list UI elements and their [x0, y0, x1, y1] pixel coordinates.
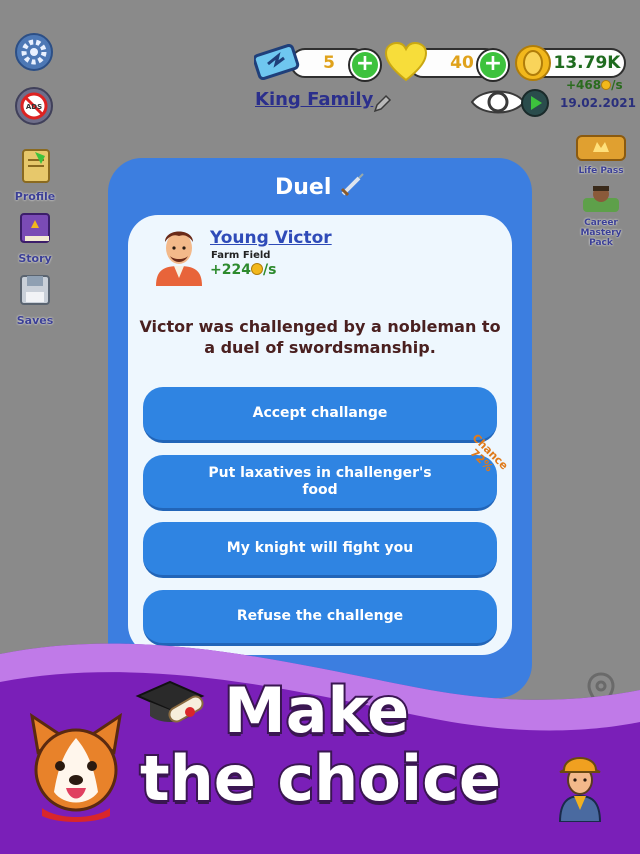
- book-icon: [20, 213, 50, 243]
- heart-icon: [384, 42, 428, 82]
- settings-button[interactable]: [14, 32, 54, 72]
- character-income-unit: /s: [262, 262, 277, 278]
- promo-line-1: Make: [222, 672, 411, 749]
- life-pass-icon: [576, 135, 626, 161]
- character-job: Farm Field: [211, 250, 271, 261]
- choice-label: Put laxatives in challenger's food: [208, 464, 432, 498]
- add-hearts-button[interactable]: +: [478, 50, 508, 80]
- no-ads-icon: ADS: [15, 87, 53, 125]
- ticket-icon: [254, 44, 300, 80]
- small-coin-icon: [601, 80, 612, 90]
- coin-icon: [515, 45, 551, 81]
- choice-label: Refuse the challenge: [236, 608, 404, 624]
- sidebar-item-label: Saves: [16, 314, 54, 327]
- choice-label: Accept challange: [252, 405, 388, 421]
- career-mastery-pack-button[interactable]: Career Mastery Pack: [572, 184, 630, 248]
- family-name-label: King Family: [255, 89, 374, 110]
- career-pack-label: Career Mastery Pack: [580, 218, 622, 248]
- game-date: 19.02.2021: [560, 96, 636, 110]
- life-pass-button[interactable]: Life Pass: [574, 134, 628, 176]
- family-name-link[interactable]: King Family: [255, 89, 373, 110]
- sidebar-item-label: Profile: [14, 190, 56, 203]
- eye-icon[interactable]: [470, 86, 526, 118]
- sidebar-item-profile[interactable]: Profile: [8, 146, 62, 203]
- dialog-title: Duel: [108, 172, 532, 200]
- character-income-value: +224: [210, 262, 251, 278]
- sidebar-item-story[interactable]: Story: [8, 208, 62, 265]
- graduation-cap-icon: [135, 680, 205, 723]
- sidebar-item-saves[interactable]: Saves: [8, 270, 62, 327]
- choice-accept-button[interactable]: Accept challange: [143, 387, 497, 443]
- income-rate: +468/s: [566, 78, 623, 92]
- corgi-icon: [29, 712, 123, 822]
- sidebar-item-label: Story: [18, 252, 52, 265]
- svg-text:ADS: ADS: [26, 103, 42, 111]
- play-video-icon[interactable]: [520, 88, 550, 118]
- life-pass-label: Life Pass: [578, 166, 624, 176]
- character-income: +224/s: [210, 262, 276, 278]
- choice-knight-button[interactable]: My knight will fight you: [143, 522, 497, 578]
- construction-worker-icon: [558, 757, 602, 822]
- choice-label: My knight will fight you: [226, 540, 414, 556]
- gear-icon: [15, 33, 53, 71]
- character-avatar: [156, 231, 202, 286]
- coins-value: 13.79K: [553, 53, 621, 73]
- no-ads-button[interactable]: ADS: [14, 86, 54, 126]
- floppy-disk-icon: [20, 275, 50, 305]
- career-character-icon: [583, 186, 619, 212]
- pencil-icon[interactable]: [372, 94, 392, 114]
- promo-line-2: the choice: [138, 740, 503, 817]
- income-value: +468: [566, 78, 602, 92]
- sword-icon: [340, 173, 364, 197]
- add-tickets-button[interactable]: +: [350, 50, 380, 80]
- story-text: Victor was challenged by a nobleman to a…: [139, 317, 501, 357]
- profile-scroll-icon: [22, 149, 50, 183]
- dialog-title-text: Duel: [274, 175, 332, 200]
- hearts-value: 40: [450, 53, 474, 73]
- choice-laxatives-button[interactable]: Put laxatives in challenger's food: [143, 455, 497, 511]
- income-unit: /s: [611, 78, 623, 92]
- tickets-value: 5: [323, 53, 335, 73]
- character-name[interactable]: Young Victor: [210, 228, 332, 248]
- small-coin-icon: [250, 263, 263, 275]
